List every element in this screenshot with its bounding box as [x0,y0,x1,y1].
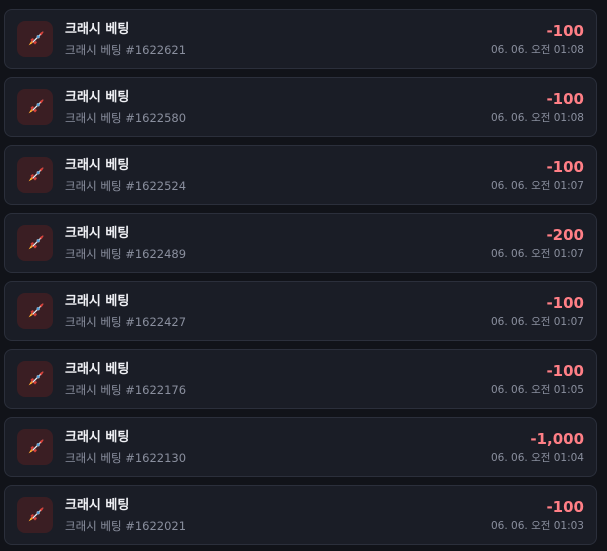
transaction-amount: -1,000 [530,430,584,448]
transaction-subtitle: 크래시 베팅 #1622489 [65,247,187,261]
transaction-time: 06. 06. 오전 01:04 [491,452,584,464]
transaction-time: 06. 06. 오전 01:08 [491,44,584,56]
rocket-icon [17,89,53,125]
transaction-title: 크래시 베팅 [65,362,130,377]
transaction-title: 크래시 베팅 [65,226,130,241]
transaction-item[interactable]: 크래시 베팅 크래시 베팅 #1622176 -100 06. 06. 오전 0… [4,349,597,409]
rocket-icon [17,293,53,329]
transaction-subtitle: 크래시 베팅 #1622524 [65,179,187,193]
rocket-icon [17,157,53,193]
transaction-amount: -100 [546,294,584,312]
transaction-subtitle: 크래시 베팅 #1622621 [65,43,187,57]
transaction-time: 06. 06. 오전 01:03 [491,520,584,532]
rocket-icon [17,429,53,465]
transaction-subtitle: 크래시 베팅 #1622176 [65,383,187,397]
transaction-item[interactable]: 크래시 베팅 크래시 베팅 #1622524 -100 06. 06. 오전 0… [4,145,597,205]
transaction-amount: -100 [546,158,584,176]
transaction-subtitle: 크래시 베팅 #1622130 [65,451,187,465]
transaction-amount: -100 [546,362,584,380]
rocket-icon [17,225,53,261]
transaction-amount: -200 [546,226,584,244]
transaction-title: 크래시 베팅 [65,158,130,173]
transaction-amount: -100 [546,498,584,516]
transaction-item[interactable]: 크래시 베팅 크래시 베팅 #1622580 -100 06. 06. 오전 0… [4,77,597,137]
rocket-icon [17,21,53,57]
transaction-title: 크래시 베팅 [65,22,130,37]
transaction-time: 06. 06. 오전 01:07 [491,316,584,328]
transaction-item[interactable]: 크래시 베팅 크래시 베팅 #1622489 -200 06. 06. 오전 0… [4,213,597,273]
transaction-subtitle: 크래시 베팅 #1622021 [65,519,187,533]
transaction-item[interactable]: 크래시 베팅 크래시 베팅 #1622427 -100 06. 06. 오전 0… [4,281,597,341]
transaction-amount: -100 [546,22,584,40]
transaction-title: 크래시 베팅 [65,294,130,309]
transaction-title: 크래시 베팅 [65,90,130,105]
transaction-item[interactable]: 크래시 베팅 크래시 베팅 #1622621 -100 06. 06. 오전 0… [4,9,597,69]
transaction-time: 06. 06. 오전 01:08 [491,112,584,124]
transaction-item[interactable]: 크래시 베팅 크래시 베팅 #1622021 -100 06. 06. 오전 0… [4,485,597,545]
transaction-item[interactable]: 크래시 베팅 크래시 베팅 #1622130 -1,000 06. 06. 오전… [4,417,597,477]
transaction-time: 06. 06. 오전 01:05 [491,384,584,396]
transaction-title: 크래시 베팅 [65,430,130,445]
transaction-time: 06. 06. 오전 01:07 [491,248,584,260]
transaction-time: 06. 06. 오전 01:07 [491,180,584,192]
rocket-icon [17,361,53,397]
transaction-subtitle: 크래시 베팅 #1622427 [65,315,187,329]
rocket-icon [17,497,53,533]
transaction-title: 크래시 베팅 [65,498,130,513]
transaction-amount: -100 [546,90,584,108]
transaction-list: 크래시 베팅 크래시 베팅 #1622621 -100 06. 06. 오전 0… [0,0,607,551]
transaction-subtitle: 크래시 베팅 #1622580 [65,111,187,125]
